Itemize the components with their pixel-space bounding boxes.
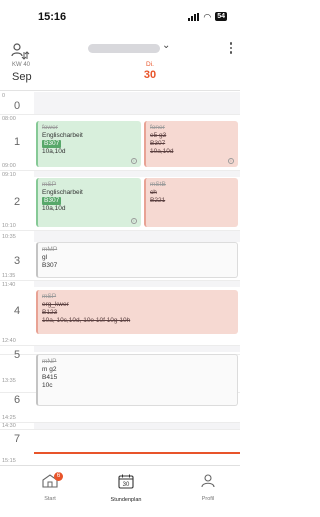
- lesson-card[interactable]: fower Englischarbeit B307 10a,10d i: [36, 121, 141, 167]
- lesson-teacher: mNP: [42, 358, 57, 365]
- status-time: 15:16: [38, 11, 67, 23]
- battery-icon: 54: [215, 12, 227, 21]
- lesson-subject: gl: [42, 254, 48, 262]
- lesson-classes: 10a,10d: [42, 205, 66, 213]
- bottom-tab-bar: 6 Start 30 Stundenplan Profil: [0, 465, 240, 517]
- tab-start[interactable]: 6 Start: [20, 472, 80, 502]
- time-label: 11:40: [2, 282, 16, 288]
- wifi-icon: ◠: [203, 11, 212, 22]
- time-label: 14:25: [2, 415, 16, 421]
- period-number: 2: [13, 196, 21, 208]
- info-icon[interactable]: i: [228, 158, 234, 164]
- lesson-card[interactable]: mSP Englischarbeit B307 10a,10d i: [36, 178, 141, 227]
- user-switch-icon[interactable]: [10, 42, 30, 62]
- calendar-icon: 30: [118, 474, 134, 489]
- lesson-teacher: mSP: [42, 293, 57, 300]
- tab-profil[interactable]: Profil: [178, 474, 238, 502]
- time-label: 09:10: [2, 172, 16, 178]
- tab-start-label: Start: [44, 496, 56, 502]
- lesson-card[interactable]: mNP m g2 B415 10c: [36, 354, 238, 406]
- break-row: [34, 230, 240, 242]
- day-name[interactable]: Di.: [135, 61, 165, 68]
- period-number: 5: [13, 349, 21, 361]
- time-label: 08:00: [2, 116, 16, 122]
- lesson-room: B123: [42, 309, 58, 317]
- notification-badge: 6: [54, 472, 63, 481]
- lesson-subject: e5 g3: [150, 132, 167, 140]
- lesson-subject: erg_kwer: [42, 301, 69, 309]
- time-label: 11:35: [2, 273, 16, 279]
- time-label: 10:10: [2, 223, 16, 229]
- break-row: [34, 92, 240, 114]
- profile-icon: [201, 474, 215, 488]
- lesson-subject: m g2: [42, 366, 57, 374]
- lesson-room: B221: [150, 197, 166, 205]
- time-label: 12:40: [2, 338, 16, 344]
- current-time-indicator: [34, 452, 240, 454]
- lesson-classes: 10c: [42, 382, 53, 390]
- lesson-subject: Englischarbeit: [42, 132, 83, 140]
- tab-stundenplan-label: Stundenplan: [110, 497, 142, 503]
- lesson-classes: 10a, 10c,10d, 10e 10f 10g 10h: [42, 317, 131, 325]
- month-label: Sep: [12, 71, 32, 83]
- lesson-subject: ch: [150, 189, 157, 197]
- info-icon[interactable]: i: [131, 158, 137, 164]
- period-number: 3: [13, 255, 21, 267]
- lesson-subject: Englischarbeit: [42, 189, 83, 197]
- app-header: schuelername ⌄ KW 40 Sep Di. 30: [0, 36, 240, 92]
- period-number: 4: [13, 305, 21, 317]
- break-row: [34, 170, 240, 177]
- lesson-teacher: mSP: [42, 181, 57, 188]
- chevron-down-icon[interactable]: ⌄: [162, 40, 170, 51]
- status-bar: 15:16 ◠ 54: [0, 0, 240, 36]
- period-number: 6: [13, 394, 21, 406]
- lesson-card[interactable]: mStB ch B221: [144, 178, 238, 227]
- lesson-classes: 10a,10d: [42, 148, 66, 156]
- time-label: 10:35: [2, 234, 16, 240]
- lesson-classes: 10a,10d: [150, 148, 174, 156]
- time-label: 13:35: [2, 378, 16, 384]
- more-options-icon[interactable]: [229, 42, 232, 54]
- tab-stundenplan[interactable]: 30 Stundenplan: [96, 474, 156, 503]
- calendar-icon-number: 30: [123, 482, 130, 488]
- lesson-teacher: mStB: [150, 181, 166, 188]
- lesson-teacher: foner: [150, 124, 165, 131]
- time-label: 0: [2, 93, 6, 99]
- lesson-room: B415: [42, 374, 58, 382]
- time-label: 15:15: [2, 458, 16, 464]
- time-label: 14:30: [2, 423, 16, 429]
- period-number: 0: [13, 100, 21, 112]
- period-number: 7: [13, 433, 21, 445]
- lesson-teacher: fower: [42, 124, 58, 131]
- period-number: 1: [13, 136, 21, 148]
- lesson-room: B307: [42, 197, 62, 206]
- cellular-signal-icon: [188, 12, 200, 21]
- lesson-room: B307: [42, 140, 62, 149]
- lesson-card[interactable]: foner e5 g3 B307 10a,10d i: [144, 121, 238, 167]
- info-icon[interactable]: i: [131, 218, 137, 224]
- lesson-teacher: mMP: [42, 246, 58, 253]
- timetable-grid[interactable]: 0 08:00 09:00 09:10 10:10 10:35 11:35 11…: [0, 92, 240, 465]
- lesson-card[interactable]: mSP erg_kwer B123 10a, 10c,10d, 10e 10f …: [36, 290, 238, 334]
- day-number[interactable]: 30: [135, 69, 165, 81]
- break-row: [34, 345, 240, 352]
- calendar-week: KW 40: [12, 62, 31, 68]
- status-icons: ◠ 54: [188, 12, 227, 21]
- lesson-room: B307: [42, 262, 58, 270]
- timetable-owner-title[interactable]: schuelername: [88, 44, 160, 53]
- time-label: 09:00: [2, 163, 16, 169]
- lesson-room: B307: [150, 140, 166, 148]
- break-row: [34, 280, 240, 287]
- header-divider: [0, 90, 240, 91]
- break-row: [34, 422, 240, 429]
- lesson-card[interactable]: mMP gl B307: [36, 242, 238, 278]
- tab-profil-label: Profil: [201, 496, 215, 502]
